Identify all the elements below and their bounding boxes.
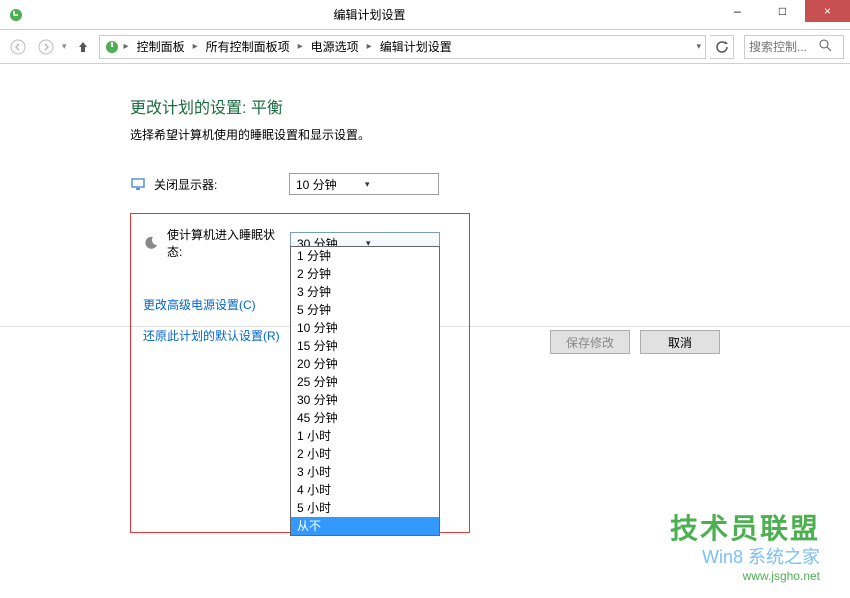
dropdown-option[interactable]: 15 分钟 [291, 337, 439, 355]
close-button[interactable]: × [805, 0, 850, 22]
watermark-bg: Win8 系统之家 [670, 543, 820, 569]
display-off-value: 10 分钟 [296, 176, 365, 193]
forward-button[interactable] [34, 35, 58, 59]
dropdown-option[interactable]: 2 分钟 [291, 265, 439, 283]
dropdown-option[interactable]: 5 分钟 [291, 301, 439, 319]
display-off-label: 关闭显示器: [154, 176, 289, 193]
power-icon [104, 39, 120, 55]
advanced-settings-link[interactable]: 更改高级电源设置(C) [143, 298, 256, 312]
refresh-button[interactable] [710, 35, 734, 59]
dropdown-option[interactable]: 1 小时 [291, 427, 439, 445]
sleep-label: 使计算机进入睡眠状态: [167, 226, 290, 260]
search-icon[interactable] [819, 39, 832, 55]
window-title: 编辑计划设置 [24, 6, 715, 23]
content-area: 更改计划的设置: 平衡 选择希望计算机使用的睡眠设置和显示设置。 关闭显示器: … [0, 64, 850, 533]
navbar: ▾ ▸ 控制面板 ▸ 所有控制面板项 ▸ 电源选项 ▸ 编辑计划设置 ▾ [0, 30, 850, 64]
dropdown-option[interactable]: 3 小时 [291, 463, 439, 481]
save-button[interactable]: 保存修改 [550, 330, 630, 354]
watermark: 技术员联盟 Win8 系统之家 www.jsgho.net [670, 507, 820, 583]
page-subtitle: 选择希望计算机使用的睡眠设置和显示设置。 [130, 126, 720, 143]
breadcrumb[interactable]: ▸ 控制面板 ▸ 所有控制面板项 ▸ 电源选项 ▸ 编辑计划设置 ▾ [99, 35, 706, 59]
dropdown-option[interactable]: 4 小时 [291, 481, 439, 499]
dropdown-option[interactable]: 45 分钟 [291, 409, 439, 427]
dropdown-option[interactable]: 10 分钟 [291, 319, 439, 337]
history-dropdown-icon[interactable]: ▾ [62, 41, 67, 52]
breadcrumb-item[interactable]: 所有控制面板项 [202, 38, 294, 55]
chevron-right-icon: ▸ [191, 41, 200, 52]
monitor-icon [130, 176, 146, 192]
dropdown-option[interactable]: 25 分钟 [291, 373, 439, 391]
chevron-right-icon: ▸ [296, 41, 305, 52]
restore-defaults-link[interactable]: 还原此计划的默认设置(R) [143, 329, 280, 343]
dropdown-option[interactable]: 1 分钟 [291, 247, 439, 265]
moon-icon [143, 235, 159, 251]
sleep-dropdown-list[interactable]: 1 分钟2 分钟3 分钟5 分钟10 分钟15 分钟20 分钟25 分钟30 分… [290, 246, 440, 536]
dropdown-option[interactable]: 从不 [291, 517, 439, 535]
minimize-button[interactable]: – [715, 0, 760, 22]
watermark-main: 技术员联盟 [670, 507, 820, 547]
search-input[interactable] [749, 40, 819, 54]
breadcrumb-dropdown-icon[interactable]: ▾ [696, 41, 701, 52]
display-off-dropdown[interactable]: 10 分钟 ▾ [289, 173, 439, 195]
chevron-right-icon: ▸ [365, 41, 374, 52]
dropdown-option[interactable]: 2 小时 [291, 445, 439, 463]
watermark-url: www.jsgho.net [670, 569, 820, 583]
titlebar: 编辑计划设置 – □ × [0, 0, 850, 30]
dropdown-option[interactable]: 3 分钟 [291, 283, 439, 301]
app-icon [8, 7, 24, 23]
breadcrumb-item[interactable]: 电源选项 [307, 38, 363, 55]
dropdown-option[interactable]: 5 小时 [291, 499, 439, 517]
cancel-button[interactable]: 取消 [640, 330, 720, 354]
back-button[interactable] [6, 35, 30, 59]
page-title: 更改计划的设置: 平衡 [130, 94, 720, 118]
breadcrumb-item[interactable]: 编辑计划设置 [376, 38, 456, 55]
chevron-right-icon: ▸ [122, 41, 131, 52]
breadcrumb-item[interactable]: 控制面板 [133, 38, 189, 55]
maximize-button[interactable]: □ [760, 0, 805, 22]
search-box[interactable] [744, 35, 844, 59]
window-controls: – □ × [715, 0, 850, 29]
dropdown-option[interactable]: 30 分钟 [291, 391, 439, 409]
display-off-row: 关闭显示器: 10 分钟 ▾ [130, 173, 720, 195]
dropdown-option[interactable]: 20 分钟 [291, 355, 439, 373]
highlight-box: 使计算机进入睡眠状态: 30 分钟 ▾ 更改高级电源设置(C) 还原此计划的默认… [130, 213, 470, 533]
up-button[interactable] [71, 35, 95, 59]
chevron-down-icon: ▾ [365, 179, 434, 190]
button-bar: 保存修改 取消 [550, 330, 720, 354]
